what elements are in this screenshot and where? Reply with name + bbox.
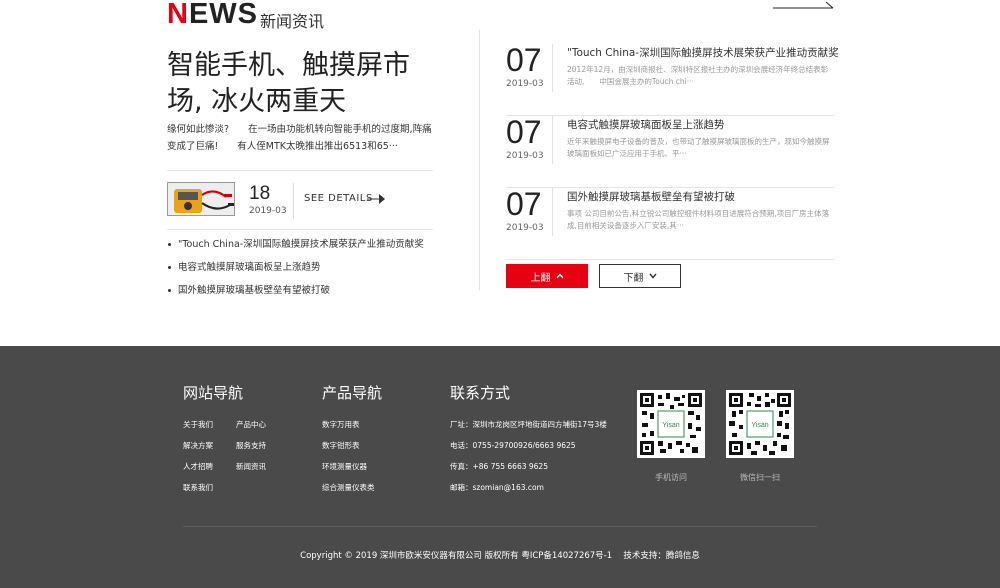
news-day: 07 (506, 186, 542, 222)
news-title[interactable]: 国外触摸屏玻璃基板壁垒有望被打破 (567, 189, 735, 204)
chevron-down-icon (648, 273, 657, 279)
featured-separator (293, 183, 294, 219)
prev-page-label: 上翻 (530, 272, 551, 284)
news-desc: 2012年12月，由深圳商报社、深圳特区报社主办的深圳会展经济年终总结表彰活动,… (567, 65, 829, 86)
footer-link-solutions[interactable]: 解决方案 (183, 440, 213, 451)
featured-day: 18 (249, 183, 271, 204)
arrow-right-icon[interactable] (367, 193, 387, 205)
footer-link-clamp-meter[interactable]: 数字钳形表 (322, 440, 360, 451)
qr-brand-text: Yisan (751, 422, 768, 429)
contact-title: 联系方式 (450, 384, 511, 402)
footer-link-environment[interactable]: 环境测量仪器 (322, 461, 367, 472)
see-details-link[interactable]: SEE DETAILS (304, 193, 373, 204)
news-item[interactable]: 07 2019-03 国外触摸屏玻璃基板壁垒有望被打破 事项 公司目前公告,科立… (506, 188, 834, 260)
list-item[interactable]: 电容式触摸屏玻璃面板呈上涨趋势 (167, 261, 447, 284)
news-day: 07 (506, 42, 542, 78)
news-separator (552, 188, 553, 236)
qr-caption-mobile: 手机访问 (655, 473, 687, 482)
news-desc: 事项 公司目前公告,科立锐公司触控细件材料项目进展符合预期,项目厂房主体落成,目… (567, 209, 830, 230)
news-separator (552, 44, 553, 92)
qr-code-icon: Yisan (729, 393, 791, 455)
chevron-up-icon (555, 273, 564, 279)
featured-meta: 18 2019-03 SEE DETAILS (167, 170, 433, 230)
news-logo: NEWS (167, 0, 259, 30)
news-item[interactable]: 07 2019-03 电容式触摸屏玻璃面板呈上涨趋势 近年来触摸屏电子设备的普及… (506, 116, 834, 188)
prev-page-button[interactable]: 上翻 (506, 264, 588, 288)
product-nav-title: 产品导航 (322, 384, 383, 402)
contact-fax: 传真：+86 755 6663 9625 (450, 462, 548, 471)
qr-brand-text: Yisan (662, 422, 679, 429)
side-news-list: "Touch China-深圳国际触摸屏技术展荣获产业推动贡献奖 电容式触摸屏玻… (167, 238, 447, 307)
qr-code-mobile: Yisan (637, 390, 705, 458)
news-year-month: 2019-03 (506, 223, 544, 233)
contact-phone: 电话：0755-29700926/6663 9625 (450, 441, 576, 450)
news-title[interactable]: "Touch China-深圳国际触摸屏技术展荣获产业推动贡献奖 (567, 45, 839, 60)
contact-email[interactable]: 邮箱：szomian@163.com (450, 482, 544, 493)
more-arrow-icon[interactable] (773, 0, 835, 12)
footer-link-combined[interactable]: 综合测量仪表类 (322, 482, 375, 493)
next-page-label: 下翻 (623, 272, 644, 284)
footer-link-news[interactable]: 新闻资讯 (236, 461, 266, 472)
footer-link-about[interactable]: 关于我们 (183, 419, 213, 430)
featured-summary: 缘何如此惨淡? 在一场由功能机转向智能手机的过度期,阵痛变成了巨痛! 有人侄MT… (167, 124, 432, 152)
copyright-text: Copyright © 2019 深圳市欧米安仪器有限公司 版权所有 粤ICP备… (300, 551, 700, 561)
list-item[interactable]: 国外触摸屏玻璃基板壁垒有望被打破 (167, 284, 447, 307)
featured-year-month: 2019-03 (249, 206, 287, 216)
contact-address: 厂址：深圳市龙岗区坪地街道四方埔街17号3楼 (450, 420, 607, 429)
news-year-month: 2019-03 (506, 151, 544, 161)
featured-headline[interactable]: 智能手机、触摸屏市场, 冰火两重天 (167, 48, 437, 120)
section-subtitle: 新闻资讯 (260, 12, 325, 31)
footer-link-careers[interactable]: 人才招聘 (183, 461, 213, 472)
footer-link-multimeter[interactable]: 数字万用表 (322, 419, 360, 430)
next-page-button[interactable]: 下翻 (599, 264, 681, 288)
qr-code-icon: Yisan (640, 393, 702, 455)
news-desc: 近年来触摸屏电子设备的普及，也带动了触摸屏玻璃面板的生产，现如今触摸屏玻璃面板如… (567, 137, 830, 158)
footer-divider (183, 526, 817, 527)
list-item[interactable]: "Touch China-深圳国际触摸屏技术展荣获产业推动贡献奖 (167, 238, 447, 261)
column-divider (479, 30, 480, 290)
site-nav-title: 网站导航 (183, 384, 244, 402)
news-day: 07 (506, 114, 542, 150)
news-separator (552, 116, 553, 164)
news-title[interactable]: 电容式触摸屏玻璃面板呈上涨趋势 (567, 117, 725, 132)
footer-link-support[interactable]: 服务支持 (236, 440, 266, 451)
multimeter-image-icon (168, 183, 234, 215)
footer-link-contact[interactable]: 联系我们 (183, 482, 213, 493)
footer-link-products[interactable]: 产品中心 (236, 419, 266, 430)
news-item[interactable]: 07 2019-03 "Touch China-深圳国际触摸屏技术展荣获产业推动… (506, 42, 839, 116)
featured-thumbnail[interactable] (167, 182, 235, 216)
qr-code-wechat: Yisan (726, 390, 794, 458)
news-year-month: 2019-03 (506, 79, 544, 89)
qr-caption-wechat: 微信扫一扫 (740, 473, 780, 482)
site-footer: 网站导航 关于我们 产品中心 解决方案 服务支持 人才招聘 新闻资讯 联系我们 … (0, 346, 1000, 588)
